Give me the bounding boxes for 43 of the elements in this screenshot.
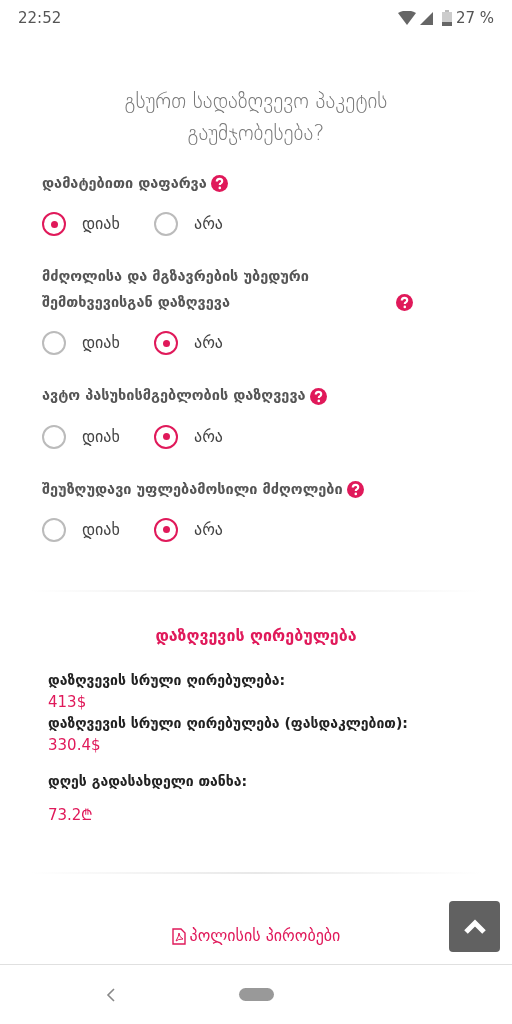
back-icon[interactable] <box>106 987 116 1003</box>
question-text: ავტო პასუხისმგებლობის დაზღვევა <box>42 386 306 406</box>
option-label[interactable]: არა <box>194 331 223 356</box>
signal-icon <box>419 11 433 25</box>
radio-button[interactable] <box>154 331 178 356</box>
clock-time: 22:52 <box>18 7 62 29</box>
cost-value: 330.4$ <box>48 735 102 757</box>
battery-icon <box>441 10 452 26</box>
chevron-up-icon <box>462 918 487 935</box>
cost-label: დაზღვევის სრული ღირებულება (ფასდაკლებით): <box>48 714 409 734</box>
help-icon[interactable] <box>346 480 364 498</box>
help-icon[interactable] <box>396 294 413 312</box>
question-text: მძღოლისა და მგზავრების უბედური შემთხვევისგან დაზღვევა <box>42 267 310 312</box>
radio-button[interactable] <box>42 331 66 356</box>
radio-button[interactable] <box>42 212 66 237</box>
option-label[interactable]: არა <box>194 517 223 542</box>
cost-value: 413$ <box>48 691 88 713</box>
option-label[interactable]: დიახ <box>82 331 120 356</box>
page-title: გსურთ სადაზღვევო პაკეტის გაუმჯობესება? <box>123 88 389 147</box>
option-label[interactable]: დიახ <box>82 212 120 237</box>
cost-label: დღეს გადასახდელი თანხა: <box>48 771 249 791</box>
home-button[interactable] <box>239 988 274 1001</box>
option-label[interactable]: არა <box>194 424 223 449</box>
radio-button[interactable] <box>42 517 66 542</box>
radio-button[interactable] <box>154 212 178 237</box>
option-label[interactable]: დიახ <box>82 424 120 449</box>
radio-button[interactable] <box>154 517 178 542</box>
option-label[interactable]: არა <box>194 212 223 237</box>
help-icon[interactable] <box>309 387 327 405</box>
cost-value: 73.2₾ <box>48 804 95 826</box>
battery-percent: 27 % <box>455 7 494 29</box>
option-label[interactable]: დიახ <box>82 517 120 542</box>
wifi-icon <box>397 11 416 25</box>
pdf-icon <box>171 927 186 945</box>
radio-button[interactable] <box>154 424 178 449</box>
policy-link[interactable]: პოლისის პირობები <box>171 924 341 949</box>
section-title: დაზღვევის ღირებულება <box>154 624 358 647</box>
scroll-top-button[interactable] <box>449 901 500 952</box>
question-text: დამატებითი დაფარვა <box>42 174 207 193</box>
cost-label: დაზღვევის სრული ღირებულება: <box>48 670 287 690</box>
help-icon[interactable] <box>210 175 228 193</box>
radio-button[interactable] <box>42 424 66 449</box>
question-text: შეუზღუდავი უფლებამოსილი მძღოლები <box>42 479 343 499</box>
